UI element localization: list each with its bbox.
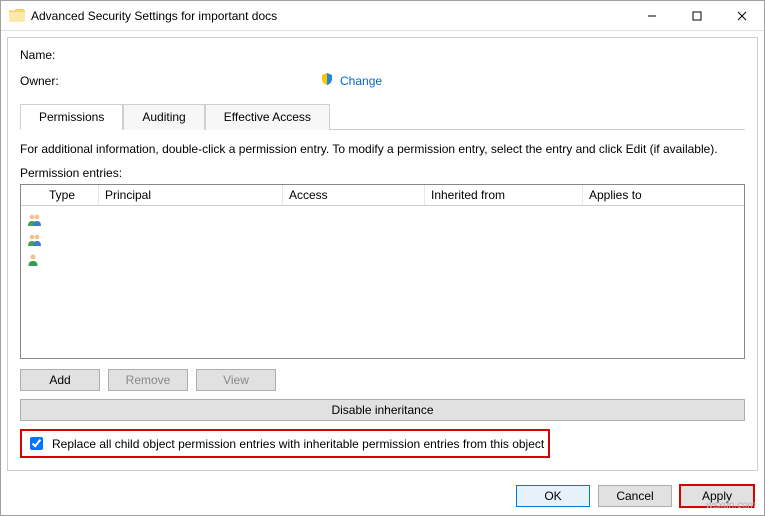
content-panel: Name: Owner: Change Permissions Auditing… — [7, 37, 758, 471]
window-controls — [629, 1, 764, 30]
view-button[interactable]: View — [196, 369, 276, 391]
entry-buttons: Add Remove View — [20, 369, 745, 391]
table-header: Type Principal Access Inherited from App… — [21, 185, 744, 206]
remove-button[interactable]: Remove — [108, 369, 188, 391]
tab-permissions[interactable]: Permissions — [20, 104, 123, 130]
window-title: Advanced Security Settings for important… — [31, 9, 629, 23]
col-applies[interactable]: Applies to — [583, 185, 744, 205]
table-row[interactable] — [23, 230, 742, 250]
col-principal[interactable]: Principal — [99, 185, 283, 205]
name-row: Name: — [20, 48, 745, 62]
maximize-button[interactable] — [674, 1, 719, 30]
dialog-footer: OK Cancel Apply — [1, 477, 764, 515]
window: Advanced Security Settings for important… — [0, 0, 765, 516]
close-button[interactable] — [719, 1, 764, 30]
col-inherited[interactable]: Inherited from — [425, 185, 583, 205]
permissions-table: Type Principal Access Inherited from App… — [20, 184, 745, 359]
entries-label: Permission entries: — [20, 166, 745, 180]
replace-checkbox-label: Replace all child object permission entr… — [52, 437, 544, 451]
owner-label: Owner: — [20, 74, 320, 88]
user-icon — [23, 253, 45, 267]
table-row[interactable] — [23, 250, 742, 270]
table-body — [21, 206, 744, 358]
ok-button[interactable]: OK — [516, 485, 590, 507]
tab-auditing[interactable]: Auditing — [123, 104, 204, 130]
tab-strip: Permissions Auditing Effective Access — [20, 103, 745, 130]
tab-effective-access[interactable]: Effective Access — [205, 104, 330, 130]
change-link-text: Change — [340, 74, 382, 88]
replace-checkbox[interactable] — [30, 437, 43, 450]
users-icon — [23, 233, 45, 247]
disable-inheritance-row: Disable inheritance — [20, 399, 745, 421]
add-button[interactable]: Add — [20, 369, 100, 391]
col-access[interactable]: Access — [283, 185, 425, 205]
disable-inheritance-button[interactable]: Disable inheritance — [20, 399, 745, 421]
cancel-button[interactable]: Cancel — [598, 485, 672, 507]
minimize-button[interactable] — [629, 1, 674, 30]
shield-icon — [320, 72, 334, 89]
folder-icon — [9, 9, 25, 22]
col-icon[interactable] — [21, 185, 43, 205]
replace-checkbox-row: Replace all child object permission entr… — [20, 429, 550, 458]
info-text: For additional information, double-click… — [20, 142, 745, 156]
users-icon — [23, 213, 45, 227]
titlebar: Advanced Security Settings for important… — [1, 1, 764, 31]
owner-row: Owner: Change — [20, 72, 745, 89]
col-type[interactable]: Type — [43, 185, 99, 205]
name-label: Name: — [20, 48, 320, 62]
table-row[interactable] — [23, 210, 742, 230]
change-owner-link[interactable]: Change — [320, 72, 382, 89]
apply-button[interactable]: Apply — [680, 485, 754, 507]
